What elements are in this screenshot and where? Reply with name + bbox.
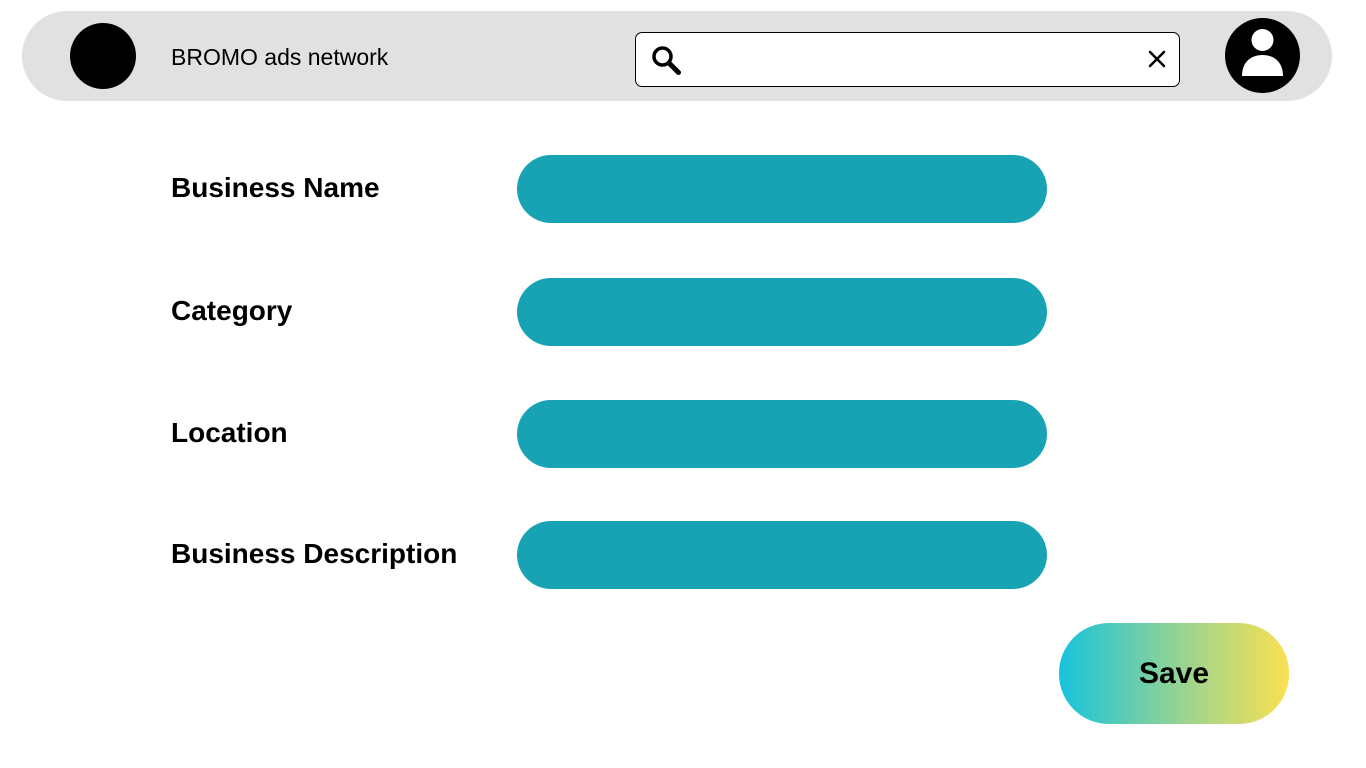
user-avatar[interactable] (1225, 18, 1300, 93)
category-label: Category (171, 295, 293, 326)
location-label: Location (171, 417, 288, 448)
app-title: BROMO ads network (171, 44, 389, 70)
user-avatar-icon (1242, 29, 1283, 76)
search-input[interactable] (694, 41, 1114, 77)
business-name-field[interactable] (517, 155, 1047, 223)
search-icon[interactable] (650, 44, 682, 76)
business-name-label: Business Name (171, 172, 380, 203)
category-field[interactable] (517, 278, 1047, 346)
logo[interactable] (70, 23, 136, 89)
location-field[interactable] (517, 400, 1047, 468)
page: BROMO ads network Business Name Category… (0, 0, 1366, 768)
business-description-label: Business Description (171, 538, 458, 569)
business-description-field[interactable] (517, 521, 1047, 589)
search-bar[interactable] (635, 32, 1180, 87)
save-button[interactable]: Save (1059, 623, 1289, 724)
top-bar: BROMO ads network (22, 11, 1332, 101)
close-icon[interactable] (1147, 49, 1167, 69)
